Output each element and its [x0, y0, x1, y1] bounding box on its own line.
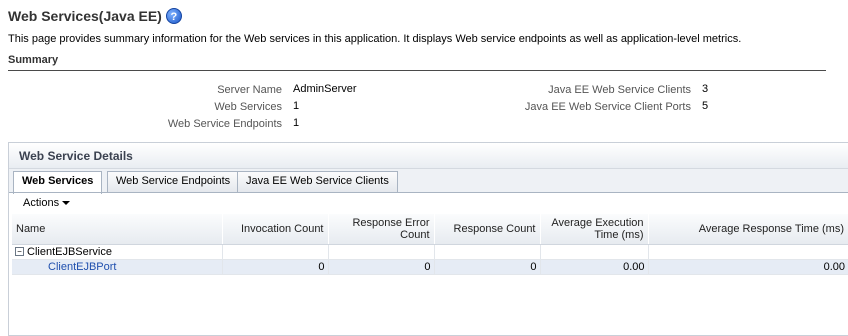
details-heading: Web Service Details [9, 143, 848, 169]
row-name-cell: ClientEJBPort [12, 259, 223, 275]
col-response-error-count[interactable]: Response Error Count [328, 214, 435, 245]
table-header-row: Name Invocation Count Response Error Cou… [12, 214, 848, 245]
web-service-details-panel: Web Service Details Web Services Web Ser… [8, 142, 848, 336]
col-average-execution-time[interactable]: Average Execution Time (ms) [540, 214, 649, 245]
table-row[interactable]: ClientEJBPort 0 0 0 0.00 0.00 [12, 259, 848, 275]
collapse-icon[interactable]: − [15, 247, 24, 257]
web-services-value: 1 [293, 100, 300, 112]
chevron-down-icon [62, 201, 71, 206]
java-ee-ws-clients-value: 3 [702, 83, 709, 95]
page-header: Web Services(Java EE) ? [8, 8, 182, 24]
average-execution-time-cell: 0.00 [540, 259, 649, 275]
average-execution-time-cell [540, 244, 649, 260]
col-response-count[interactable]: Response Count [434, 214, 541, 245]
invocation-count-cell: 0 [222, 259, 329, 275]
row-name-cell: − ClientEJBService [12, 244, 223, 260]
tab-web-service-endpoints[interactable]: Web Service Endpoints [107, 171, 240, 193]
java-ee-ws-client-ports-value: 5 [702, 100, 709, 112]
tab-java-ee-web-service-clients[interactable]: Java EE Web Service Clients [237, 171, 398, 193]
col-invocation-count[interactable]: Invocation Count [222, 214, 329, 245]
response-error-count-cell: 0 [328, 259, 435, 275]
page-title: Web Services(Java EE) [8, 8, 162, 24]
web-service-endpoints-label: Web Service Endpoints [167, 118, 282, 130]
web-services-label: Web Services [214, 101, 282, 113]
service-name: ClientEJBService [27, 245, 112, 258]
java-ee-ws-clients-label: Java EE Web Service Clients [548, 84, 691, 96]
web-services-table: Name Invocation Count Response Error Cou… [12, 214, 848, 275]
average-response-time-cell [648, 244, 848, 260]
summary-heading: Summary [8, 54, 826, 71]
java-ee-ws-client-ports-label: Java EE Web Service Client Ports [524, 101, 691, 113]
response-error-count-cell [328, 244, 435, 260]
tab-web-services[interactable]: Web Services [13, 171, 103, 194]
col-name[interactable]: Name [12, 214, 223, 245]
server-name-value: AdminServer [293, 83, 357, 95]
col-average-response-time[interactable]: Average Response Time (ms) [648, 214, 848, 245]
actions-label: Actions [23, 197, 60, 209]
response-count-cell: 0 [434, 259, 541, 275]
table-row[interactable]: − ClientEJBService [12, 244, 848, 260]
server-name-label: Server Name [217, 84, 282, 96]
page-description: This page provides summary information f… [8, 33, 742, 45]
web-service-endpoints-value: 1 [293, 117, 300, 129]
port-link[interactable]: ClientEJBPort [48, 261, 116, 273]
tab-divider [9, 192, 848, 193]
actions-menu[interactable]: Actions [23, 197, 71, 209]
average-response-time-cell: 0.00 [648, 259, 848, 275]
invocation-count-cell [222, 244, 329, 260]
help-icon[interactable]: ? [165, 8, 182, 24]
tab-strip: Web Services Web Service Endpoints Java … [9, 169, 848, 194]
response-count-cell [434, 244, 541, 260]
